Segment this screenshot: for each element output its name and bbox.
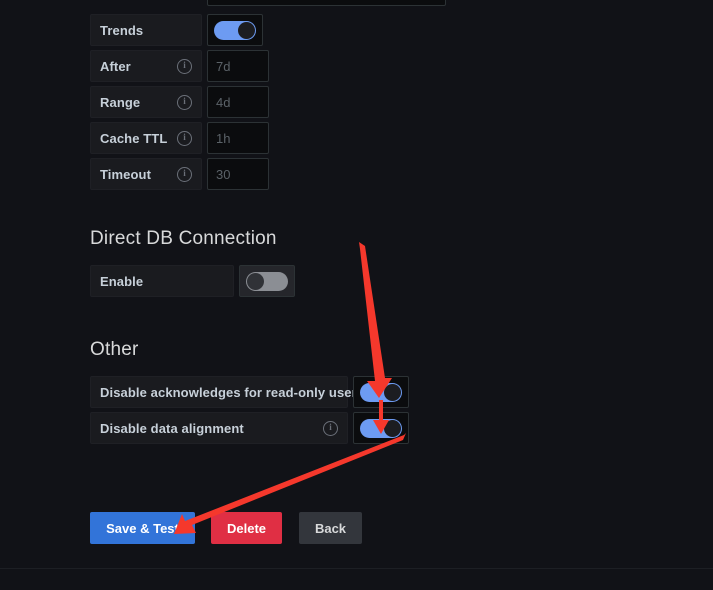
toggle-track[interactable] (246, 271, 288, 291)
settings-row-enable: Enable (90, 265, 410, 297)
delete-button[interactable]: Delete (211, 512, 282, 544)
toggle-knob (384, 383, 401, 401)
input-range[interactable] (207, 86, 269, 118)
toggle-track[interactable] (360, 382, 402, 402)
section-heading-other: Other (90, 339, 139, 360)
settings-row-range: Range i (90, 86, 410, 118)
info-icon[interactable]: i (177, 94, 192, 110)
row-label-enable: Enable (90, 265, 234, 297)
save-and-test-button[interactable]: Save & Test (90, 512, 195, 544)
bottom-divider (0, 568, 713, 569)
label-text: Disable data alignment (100, 420, 244, 436)
settings-row-trends: Trends (90, 14, 410, 46)
info-icon[interactable]: i (177, 130, 192, 146)
row-label-range: Range i (90, 86, 202, 118)
toggle-knob (247, 272, 264, 290)
label-text: Range (100, 94, 141, 110)
label-text: Enable (100, 273, 144, 289)
row-label-disable-data-alignment: Disable data alignment i (90, 412, 348, 444)
input-after[interactable] (207, 50, 269, 82)
input-timeout[interactable] (207, 158, 269, 190)
label-text: Cache TTL (100, 130, 168, 146)
toggle-disable-acknowledges[interactable] (353, 376, 409, 408)
input-cache-ttl[interactable] (207, 122, 269, 154)
label-text: Disable acknowledges for read-only users (100, 384, 365, 400)
row-label-after: After i (90, 50, 202, 82)
annotation-arrow-to-save-button (174, 433, 406, 534)
info-icon[interactable]: i (177, 166, 192, 182)
row-label-timeout: Timeout i (90, 158, 202, 190)
settings-row-after: After i (90, 50, 410, 82)
partial-input-above[interactable] (207, 0, 446, 6)
settings-row-cache-ttl: Cache TTL i (90, 122, 410, 154)
row-label-cache-ttl: Cache TTL i (90, 122, 202, 154)
label-text: Trends (100, 22, 144, 38)
section-heading-direct-db: Direct DB Connection (90, 228, 277, 249)
toggle-track[interactable] (214, 20, 256, 40)
row-label-trends: Trends (90, 14, 202, 46)
label-text: After (100, 58, 131, 74)
settings-row-disable-data-alignment: Disable data alignment i (90, 412, 420, 444)
toggle-enable[interactable] (239, 265, 295, 297)
toggle-knob (384, 419, 401, 437)
back-button[interactable]: Back (299, 512, 362, 544)
info-icon[interactable]: i (323, 420, 338, 436)
toggle-knob (238, 21, 255, 39)
toggle-disable-data-alignment[interactable] (353, 412, 409, 444)
toggle-trends[interactable] (207, 14, 263, 46)
settings-row-timeout: Timeout i (90, 158, 410, 190)
toggle-track[interactable] (360, 418, 402, 438)
settings-page: Trends After i Range i Cache TTL i (0, 0, 713, 590)
info-icon[interactable]: i (177, 58, 192, 74)
label-text: Timeout (100, 166, 152, 182)
row-label-disable-acknowledges: Disable acknowledges for read-only users (90, 376, 364, 408)
settings-row-disable-acknowledges: Disable acknowledges for read-only users (90, 376, 420, 408)
